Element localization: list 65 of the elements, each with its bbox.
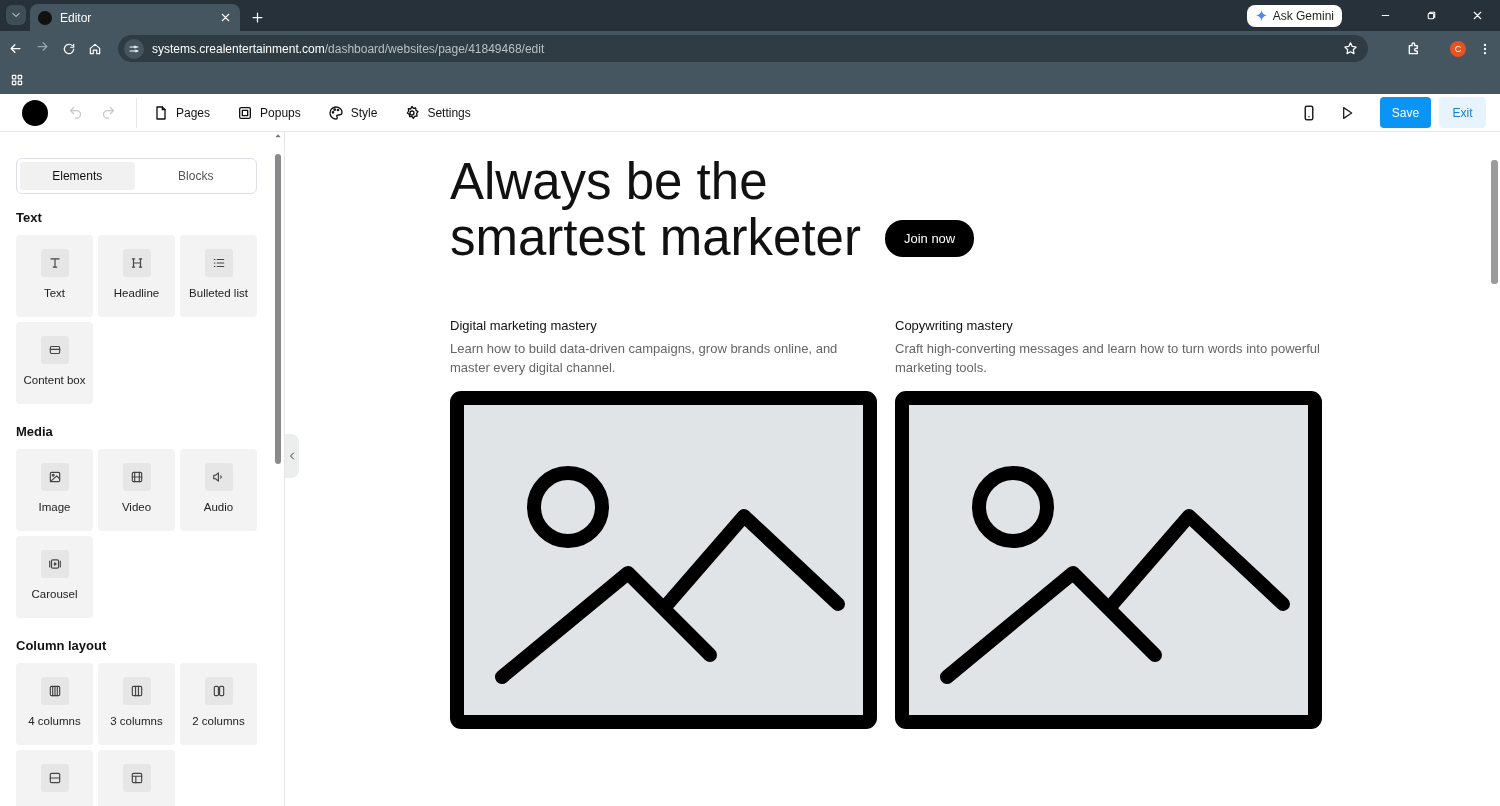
- menu-item[interactable]: Style: [327, 104, 378, 121]
- browser-tab[interactable]: Editor: [30, 4, 240, 31]
- palette-icon: [327, 104, 344, 121]
- address-bar[interactable]: systems.crealentertainment.com/dashboard/websites/page/41849468/edit: [118, 35, 1368, 62]
- profile-avatar[interactable]: C: [1450, 40, 1466, 57]
- apps-icon: [10, 73, 24, 87]
- page-icon: [153, 104, 169, 121]
- content-box-icon: [47, 343, 62, 357]
- menu-item[interactable]: Settings: [404, 104, 471, 121]
- element-tile[interactable]: Content box: [16, 322, 93, 404]
- logo-icon[interactable]: [22, 99, 48, 126]
- join-now-button[interactable]: Join now: [884, 220, 975, 257]
- element-tile[interactable]: Video: [98, 449, 175, 531]
- forward-icon: [35, 39, 50, 54]
- tab-search-button[interactable]: [6, 5, 26, 25]
- element-tile[interactable]: Text: [16, 235, 93, 317]
- rows-icon: [47, 771, 62, 785]
- scrollbar-thumb[interactable]: [1491, 160, 1498, 284]
- popup-icon: [237, 104, 254, 121]
- element-tile[interactable]: 2 columns: [180, 663, 257, 745]
- element-tile[interactable]: Audio: [180, 449, 257, 531]
- reload-icon: [62, 41, 76, 56]
- home-icon: [88, 41, 102, 56]
- menu-item[interactable]: Pages: [153, 104, 211, 121]
- sidebar-tab[interactable]: Elements: [20, 162, 135, 190]
- card-description: Craft high-converting messages and learn how to turn words into powerful marketing tools.: [895, 340, 1321, 377]
- carousel-icon: [47, 557, 62, 571]
- three-columns-icon: [129, 684, 144, 698]
- exit-button[interactable]: Exit: [1439, 97, 1486, 128]
- favicon-icon: [38, 10, 52, 25]
- four-columns-icon: [47, 684, 62, 698]
- bookmark-star-icon: [1343, 41, 1358, 56]
- two-columns-icon: [211, 684, 226, 698]
- section-title: Column layout: [16, 638, 108, 653]
- redo-icon: [101, 105, 116, 120]
- headline-icon: [129, 256, 144, 270]
- new-tab-icon: [250, 10, 265, 25]
- ask-gemini-button[interactable]: Ask Gemini: [1246, 4, 1342, 27]
- back-icon: [8, 41, 23, 56]
- element-tile[interactable]: 4 columns: [16, 663, 93, 745]
- card-title: Copywriting mastery: [895, 318, 1014, 333]
- section-title: Text: [16, 210, 43, 225]
- undo-icon: [68, 105, 83, 120]
- sparkle-icon: [1254, 9, 1268, 22]
- card-description: Learn how to build data-driven campaigns, grow brands online, and master every digital channel.: [450, 340, 839, 377]
- element-tile[interactable]: Bulleted list: [180, 235, 257, 317]
- card-title: Digital marketing mastery: [450, 318, 598, 333]
- menu-item[interactable]: Popups: [237, 104, 301, 121]
- element-tile[interactable]: Image: [16, 449, 93, 531]
- element-tile[interactable]: 3 columns: [98, 663, 175, 745]
- url-text: systems.crealentertainment.com/dashboard/websites/page/41849468/edit: [152, 41, 546, 56]
- collapse-sidebar-button[interactable]: [285, 434, 299, 478]
- layout-icon: [129, 771, 144, 785]
- text-icon: [47, 256, 62, 270]
- sidebar-tab[interactable]: Blocks: [138, 162, 253, 190]
- element-tile[interactable]: Carousel: [16, 536, 93, 618]
- tab-title: Editor: [60, 10, 93, 25]
- image-icon: [47, 470, 62, 484]
- scrollbar-thumb[interactable]: [275, 154, 281, 464]
- film-icon: [129, 470, 144, 484]
- list-icon: [211, 256, 226, 270]
- element-tile[interactable]: Headline: [98, 235, 175, 317]
- section-title: Media: [16, 424, 54, 439]
- settings-icon: [404, 104, 421, 121]
- hero-heading: Always be the smartest marketer: [450, 154, 861, 266]
